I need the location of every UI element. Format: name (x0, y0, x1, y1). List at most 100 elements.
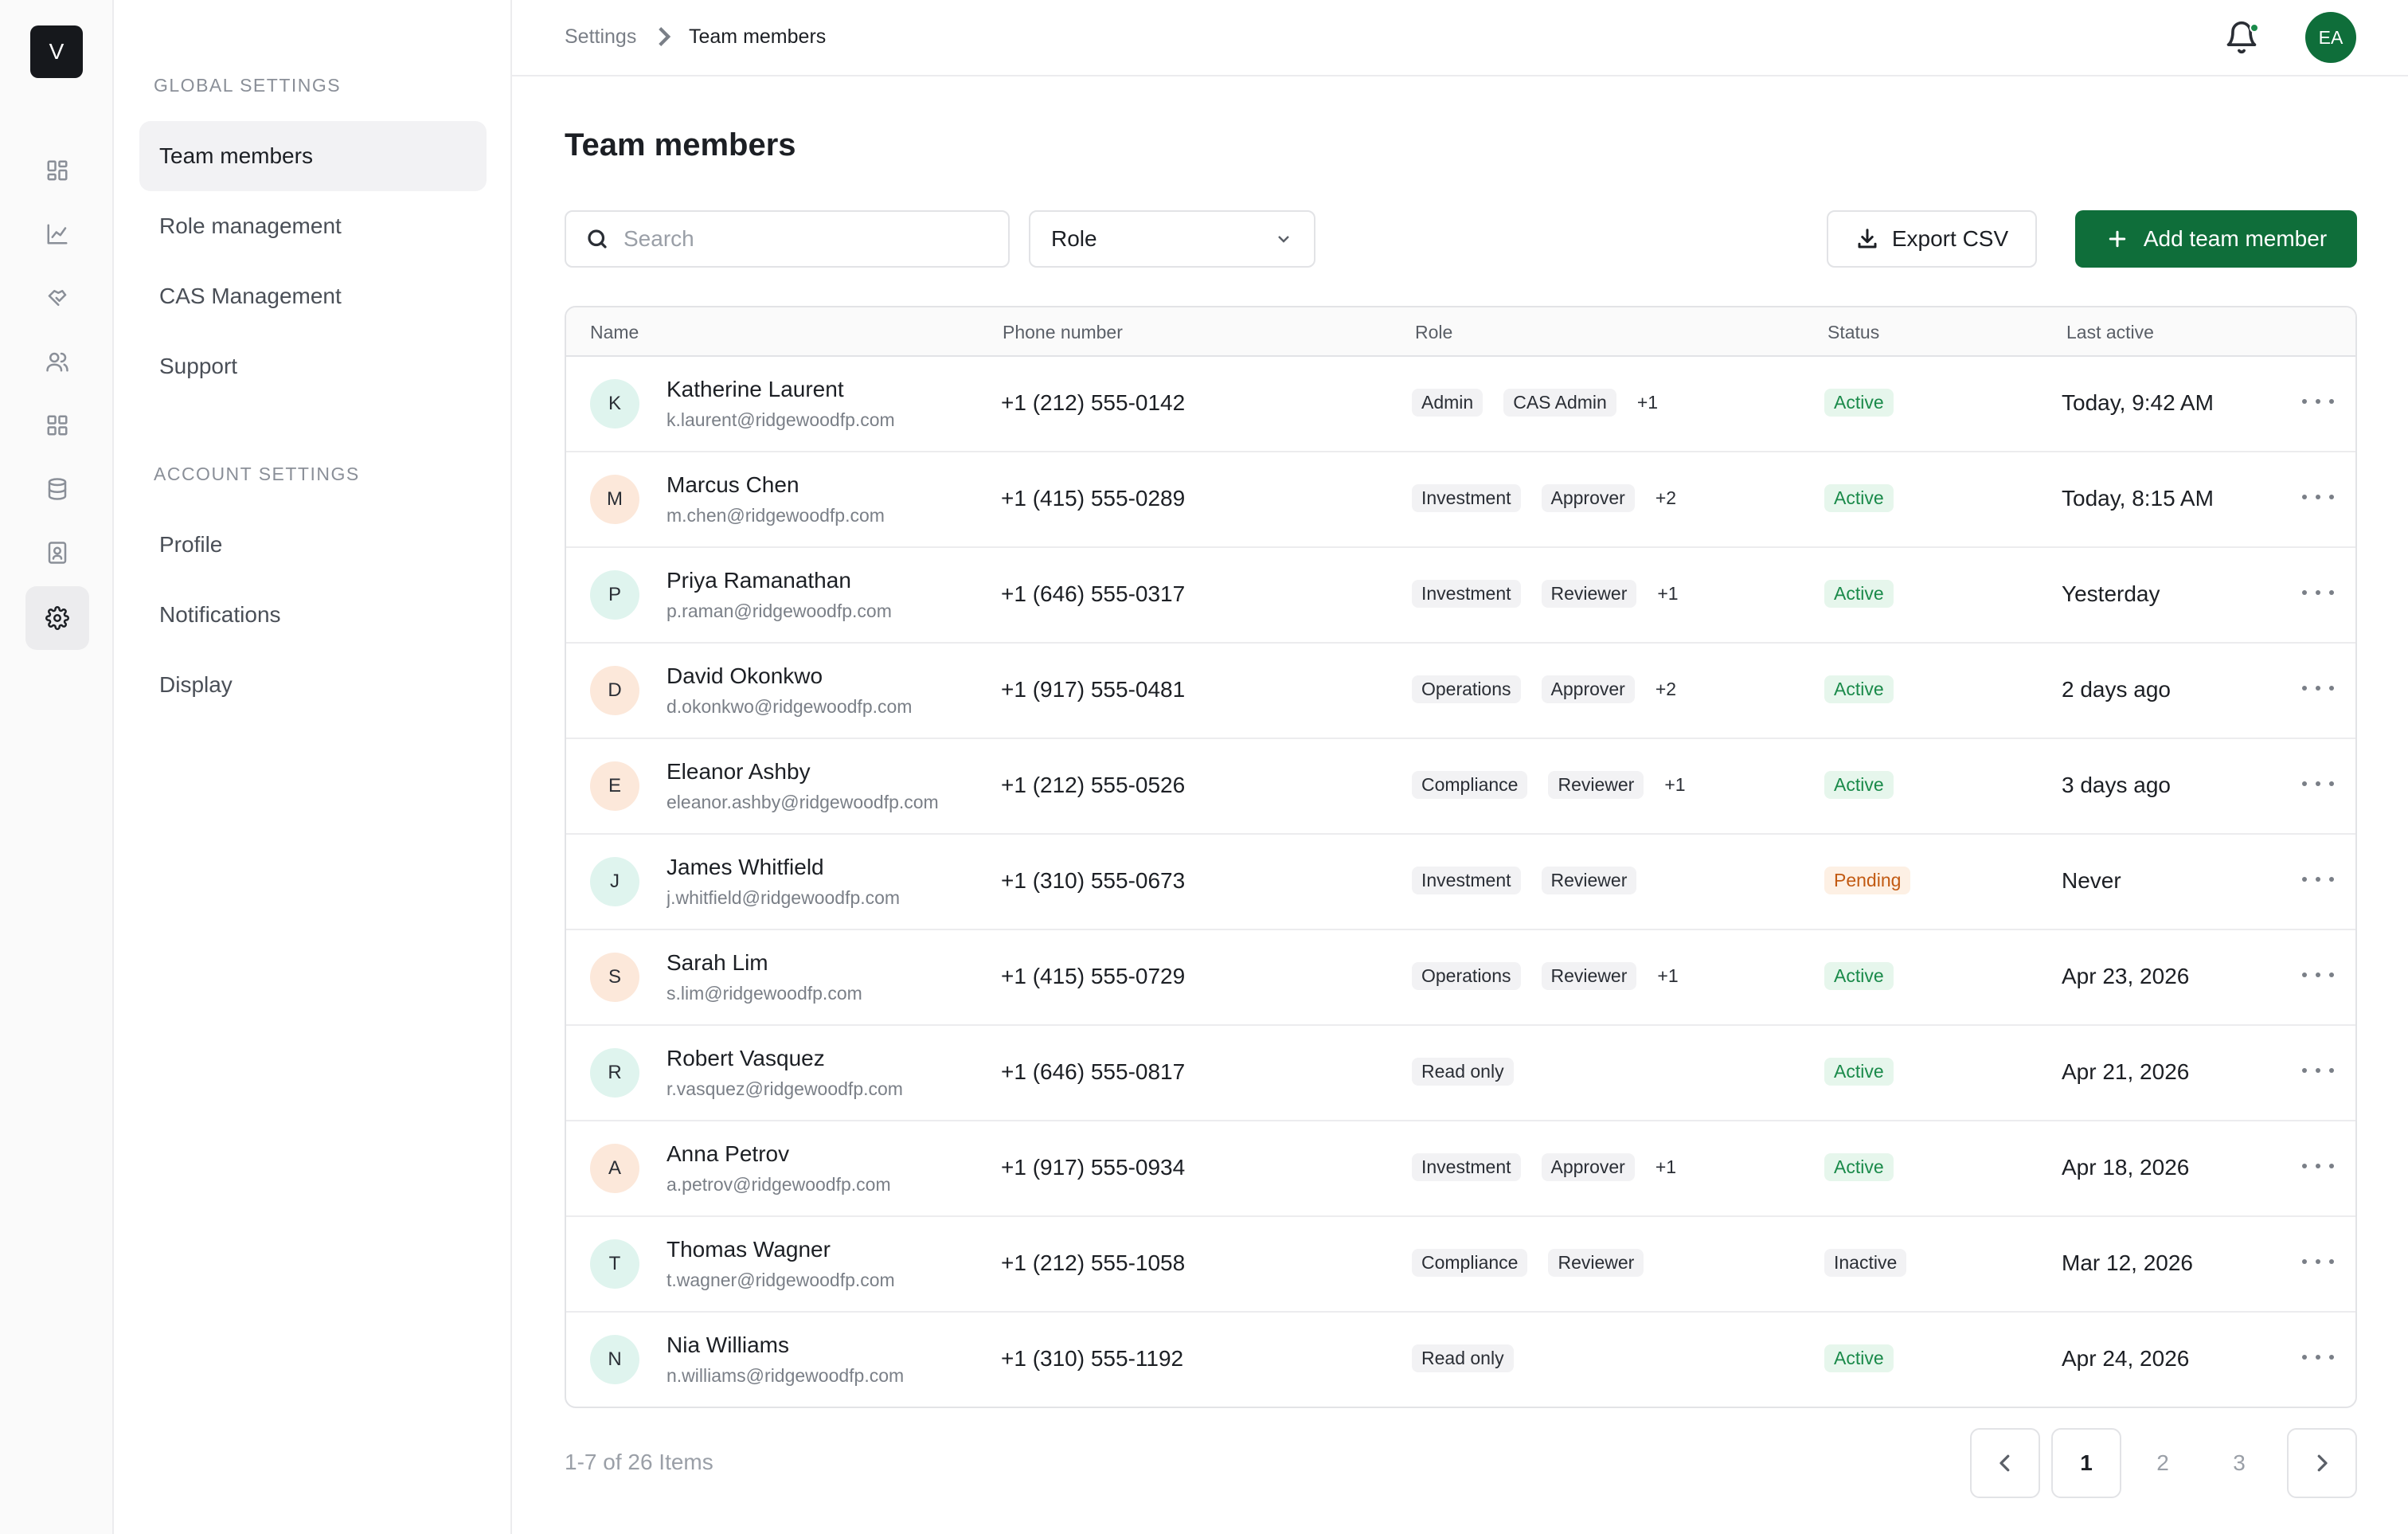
role-more-count[interactable]: +1 (1657, 965, 1678, 987)
member-phone: +1 (917) 555-0481 (1001, 677, 1186, 702)
member-email: r.vasquez@ridgewoodfp.com (666, 1078, 903, 1099)
handshake-icon[interactable] (25, 266, 89, 330)
member-last-active: 3 days ago (2062, 773, 2171, 797)
column-header-name[interactable]: Name (590, 322, 639, 343)
member-email: t.wagner@ridgewoodfp.com (666, 1270, 895, 1290)
role-filter-value: Role (1051, 226, 1097, 251)
member-last-active: Today, 8:15 AM (2062, 486, 2214, 511)
row-more-icon[interactable] (2302, 393, 2334, 409)
database-icon[interactable] (25, 457, 89, 521)
role-more-count[interactable]: +2 (1656, 487, 1676, 509)
user-avatar[interactable]: EA (2305, 12, 2356, 63)
table-row[interactable]: S Sarah Lim s.lim@ridgewoodfp.com +1 (415) … (566, 930, 2355, 1026)
breadcrumb-current: Team members (689, 25, 827, 48)
column-header-phone[interactable]: Phone number (1003, 322, 1123, 343)
table-row[interactable]: A Anna Petrov a.petrov@ridgewoodfp.com +1 (… (566, 1121, 2355, 1217)
dashboard-icon[interactable] (25, 139, 89, 202)
chevron-left-icon (2000, 1454, 2010, 1472)
member-phone: +1 (646) 555-0817 (1001, 1059, 1186, 1084)
page-title: Team members (565, 127, 796, 162)
member-name: Thomas Wagner (666, 1237, 831, 1262)
table-row[interactable]: T Thomas Wagner t.wagner@ridgewoodfp.com +1… (566, 1217, 2355, 1313)
account-settings-label: ACCOUNT SETTINGS (154, 464, 360, 484)
member-phone: +1 (415) 555-0289 (1001, 486, 1186, 511)
member-avatar: D (590, 666, 639, 715)
sidebar-item-notifications[interactable]: Notifications (139, 580, 487, 650)
breadcrumb-settings[interactable]: Settings (565, 25, 636, 49)
users-icon[interactable] (25, 330, 89, 393)
role-pill: CAS Admin (1503, 389, 1616, 417)
table-row[interactable]: P Priya Ramanathan p.raman@ridgewoodfp.com… (566, 548, 2355, 644)
role-filter-select[interactable]: Role (1029, 210, 1315, 268)
column-header-last-active[interactable]: Last active (2066, 322, 2154, 343)
role-pill: Admin (1412, 389, 1484, 417)
search-input[interactable] (624, 226, 990, 252)
row-more-icon[interactable] (2302, 1349, 2334, 1365)
member-email: p.raman@ridgewoodfp.com (666, 601, 892, 621)
sidebar-item-team-members[interactable]: Team members (139, 121, 487, 191)
row-more-icon[interactable] (2302, 1062, 2334, 1078)
row-more-icon[interactable] (2302, 1254, 2334, 1270)
role-more-count[interactable]: +1 (1656, 1156, 1676, 1178)
table-header: Name Phone number Role Status Last activ… (566, 307, 2355, 357)
sidebar-item-profile[interactable]: Profile (139, 510, 487, 580)
member-name: Marcus Chen (666, 472, 799, 497)
member-phone: +1 (212) 555-1058 (1001, 1250, 1186, 1275)
page-button-2[interactable]: 2 (2128, 1428, 2198, 1498)
table-row[interactable]: K Katherine Laurent k.laurent@ridgewoodfp.… (566, 357, 2355, 452)
gear-icon[interactable] (25, 586, 89, 650)
search-box[interactable] (565, 210, 1010, 268)
member-name: Anna Petrov (666, 1141, 790, 1166)
table-row[interactable]: N Nia Williams n.williams@ridgewoodfp.com +… (566, 1313, 2355, 1407)
notifications-bell-icon[interactable] (2224, 20, 2261, 57)
grid-icon[interactable] (25, 393, 89, 457)
role-pill: Operations (1412, 675, 1521, 703)
table-row[interactable]: M Marcus Chen m.chen@ridgewoodfp.com +1 (41… (566, 452, 2355, 548)
table-row[interactable]: J James Whitfield j.whitfield@ridgewoodfp.… (566, 835, 2355, 930)
role-more-count[interactable]: +1 (1657, 583, 1678, 605)
role-pill: Approver (1541, 675, 1635, 703)
member-roles: Investment Reviewer +1 (1412, 580, 1679, 608)
row-more-icon[interactable] (2302, 776, 2334, 792)
role-more-count[interactable]: +2 (1656, 679, 1676, 700)
row-more-icon[interactable] (2302, 585, 2334, 601)
prev-page-button[interactable] (1970, 1428, 2040, 1498)
chart-icon[interactable] (25, 202, 89, 266)
member-last-active: Apr 18, 2026 (2062, 1155, 2190, 1180)
table-row[interactable]: E Eleanor Ashby eleanor.ashby@ridgewoodfp.… (566, 739, 2355, 835)
row-more-icon[interactable] (2302, 680, 2334, 696)
table-row[interactable]: R Robert Vasquez r.vasquez@ridgewoodfp.com… (566, 1026, 2355, 1121)
page-button-3[interactable]: 3 (2204, 1428, 2274, 1498)
row-more-icon[interactable] (2302, 871, 2334, 887)
member-avatar: R (590, 1048, 639, 1098)
sidebar-item-role-management[interactable]: Role management (139, 191, 487, 261)
sidebar-item-support[interactable]: Support (139, 331, 487, 401)
member-name: Katherine Laurent (666, 377, 844, 401)
sidebar-item-display[interactable]: Display (139, 650, 487, 720)
row-more-icon[interactable] (2302, 967, 2334, 983)
column-header-status[interactable]: Status (1828, 322, 1879, 343)
status-badge: Active (1824, 675, 1894, 703)
role-more-count[interactable]: +1 (1664, 774, 1685, 796)
role-more-count[interactable]: +1 (1637, 392, 1658, 413)
table-body: K Katherine Laurent k.laurent@ridgewoodfp.… (566, 357, 2355, 1407)
next-page-button[interactable] (2287, 1428, 2357, 1498)
row-more-icon[interactable] (2302, 489, 2334, 505)
sidebar-item-cas-management[interactable]: CAS Management (139, 261, 487, 331)
role-pill: Investment (1412, 1153, 1521, 1181)
row-more-icon[interactable] (2302, 1158, 2334, 1174)
column-header-role[interactable]: Role (1415, 322, 1452, 343)
chevron-down-icon (1278, 236, 1289, 243)
member-avatar: P (590, 570, 639, 620)
contacts-icon[interactable] (25, 521, 89, 585)
chevron-right-icon (655, 25, 673, 52)
app-logo[interactable]: V (30, 25, 83, 78)
add-team-member-button[interactable]: Add team member (2075, 210, 2357, 268)
member-email: m.chen@ridgewoodfp.com (666, 505, 885, 526)
page-button-1[interactable]: 1 (2051, 1428, 2121, 1498)
export-csv-button[interactable]: Export CSV (1827, 210, 2037, 268)
member-avatar: E (590, 761, 639, 811)
member-phone: +1 (646) 555-0317 (1001, 581, 1186, 606)
table-row[interactable]: D David Okonkwo d.okonkwo@ridgewoodfp.com +… (566, 644, 2355, 739)
global-settings-label: GLOBAL SETTINGS (154, 75, 342, 96)
